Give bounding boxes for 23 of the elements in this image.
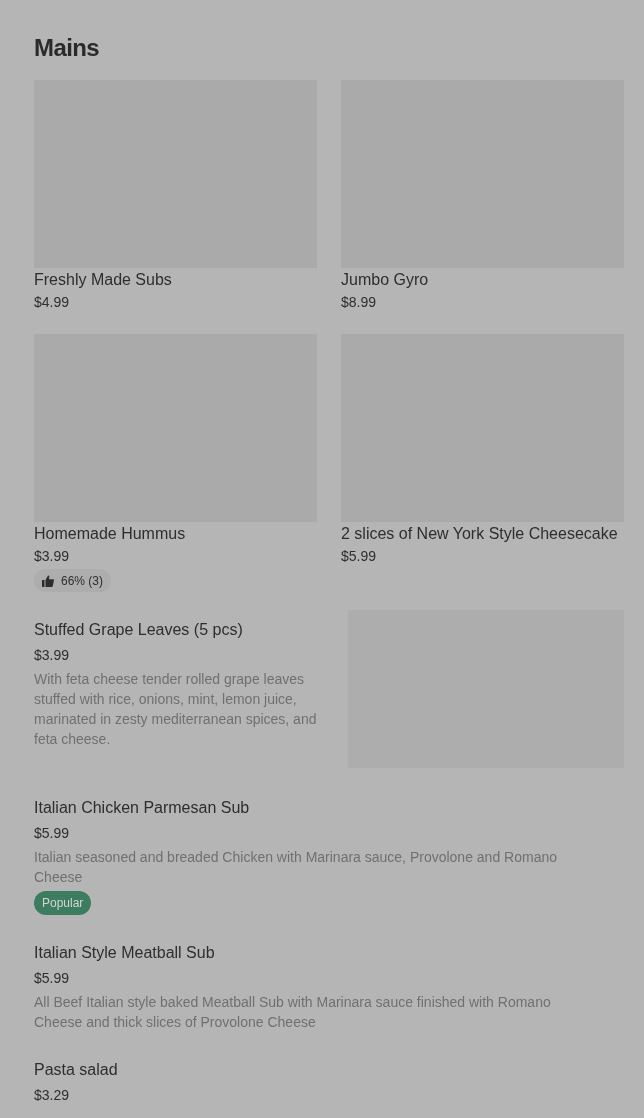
item-price: $5.99 <box>34 824 70 843</box>
item-price: $3.99 <box>34 547 70 566</box>
item-name: Freshly Made Subs <box>34 270 173 290</box>
item-description: All Beef Italian style baked Meatball Sub with Marinara sauce finished with Romano Cheese and thick slices of Provolone Cheese <box>34 993 552 1032</box>
item-price: $5.99 <box>34 969 70 988</box>
item-name: Italian Chicken Parmesan Sub <box>34 798 251 818</box>
item-price: $3.29 <box>34 1086 70 1105</box>
item-name: Pasta salad <box>34 1060 119 1080</box>
item-name: 2 slices of New York Style Cheesecake <box>341 524 619 544</box>
section-heading: Mains <box>34 33 100 63</box>
item-name: Jumbo Gyro <box>341 270 430 290</box>
item-name: Homemade Hummus <box>34 524 187 544</box>
rating-chip: 66% (3) <box>34 569 112 592</box>
item-price: $5.99 <box>341 547 377 566</box>
item-description: With feta cheese tender rolled grape leaves stuffed with rice, onions, mint, lemon juice, marinated in zesty mediterranean spices, and feta cheese. <box>34 670 318 749</box>
item-price: $8.99 <box>341 293 377 312</box>
item-description: Italian seasoned and breaded Chicken with Marinara sauce, Provolone and Romano Cheese <box>34 848 558 887</box>
thumbs-up-icon <box>42 574 54 587</box>
item-price: $4.99 <box>34 293 70 312</box>
item-name: Stuffed Grape Leaves (5 pcs) <box>34 620 244 640</box>
popular-badge: Popular <box>34 891 92 915</box>
item-price: $3.99 <box>34 646 70 665</box>
item-name: Italian Style Meatball Sub <box>34 943 216 963</box>
